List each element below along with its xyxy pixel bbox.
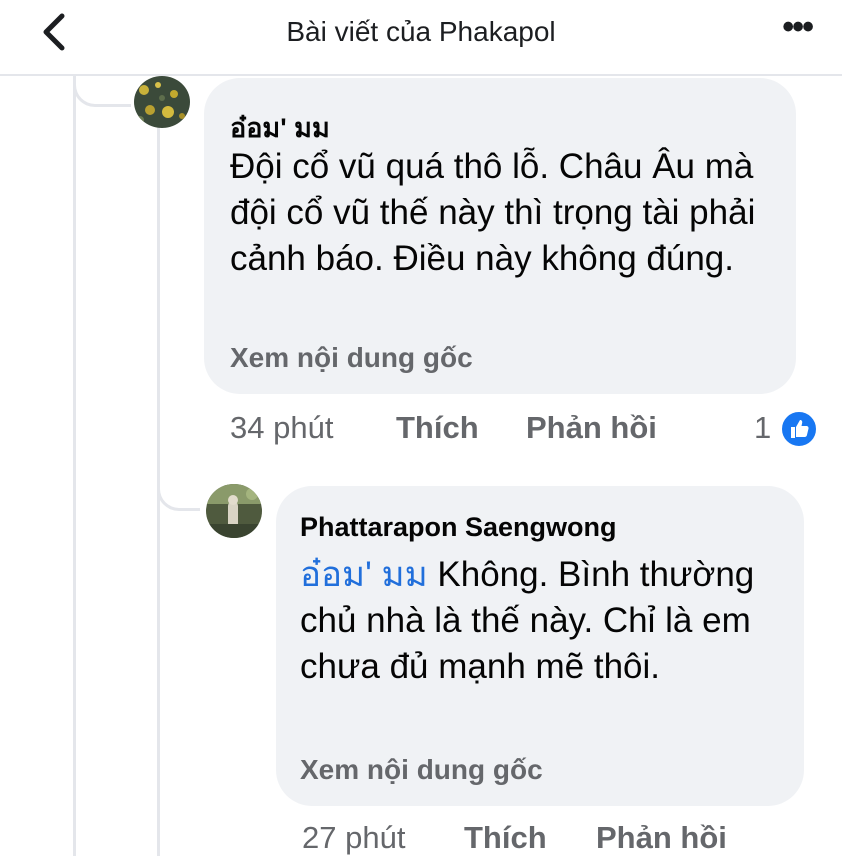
like-button[interactable]: Thích	[464, 820, 547, 856]
reaction-count: 1	[754, 410, 772, 445]
more-horizontal-icon: •••	[782, 8, 814, 46]
see-original-link[interactable]: Xem nội dung gốc	[300, 754, 543, 786]
thread-line	[73, 76, 76, 856]
comment-text: Đội cổ vũ quá thô lỗ. Châu Âu mà đội cổ …	[230, 147, 756, 278]
reply-button[interactable]: Phản hồi	[596, 820, 727, 856]
thumbs-up-icon	[780, 410, 818, 448]
avatar[interactable]	[206, 484, 262, 538]
avatar[interactable]	[134, 76, 190, 128]
page-title: Bài viết của Phakapol	[286, 16, 556, 47]
comment-bubble: อ๋อม' มม Đội cổ vũ quá thô lỗ. Châu Âu m…	[204, 78, 796, 394]
like-button[interactable]: Thích	[396, 410, 479, 446]
top-bar: Bài viết của Phakapol •••	[0, 0, 842, 76]
comment-author[interactable]: Phattarapon Saengwong	[300, 512, 617, 543]
thread-connector	[73, 76, 131, 107]
comment-text: อ๋อม' มม Không. Bình thường chủ nhà là t…	[300, 552, 800, 690]
comment-timestamp[interactable]: 34 phút	[230, 410, 333, 446]
reply-button[interactable]: Phản hồi	[526, 410, 657, 446]
mention-link[interactable]: อ๋อม' มม	[300, 555, 428, 594]
more-options-button[interactable]: •••	[782, 8, 814, 47]
see-original-link[interactable]: Xem nội dung gốc	[230, 342, 473, 374]
reply-bubble: Phattarapon Saengwong อ๋อม' มม Không. Bì…	[276, 486, 804, 806]
reply-thread-connector	[157, 460, 200, 511]
comment-timestamp[interactable]: 27 phút	[302, 820, 405, 856]
comment-author[interactable]: อ๋อม' มม	[230, 106, 330, 149]
